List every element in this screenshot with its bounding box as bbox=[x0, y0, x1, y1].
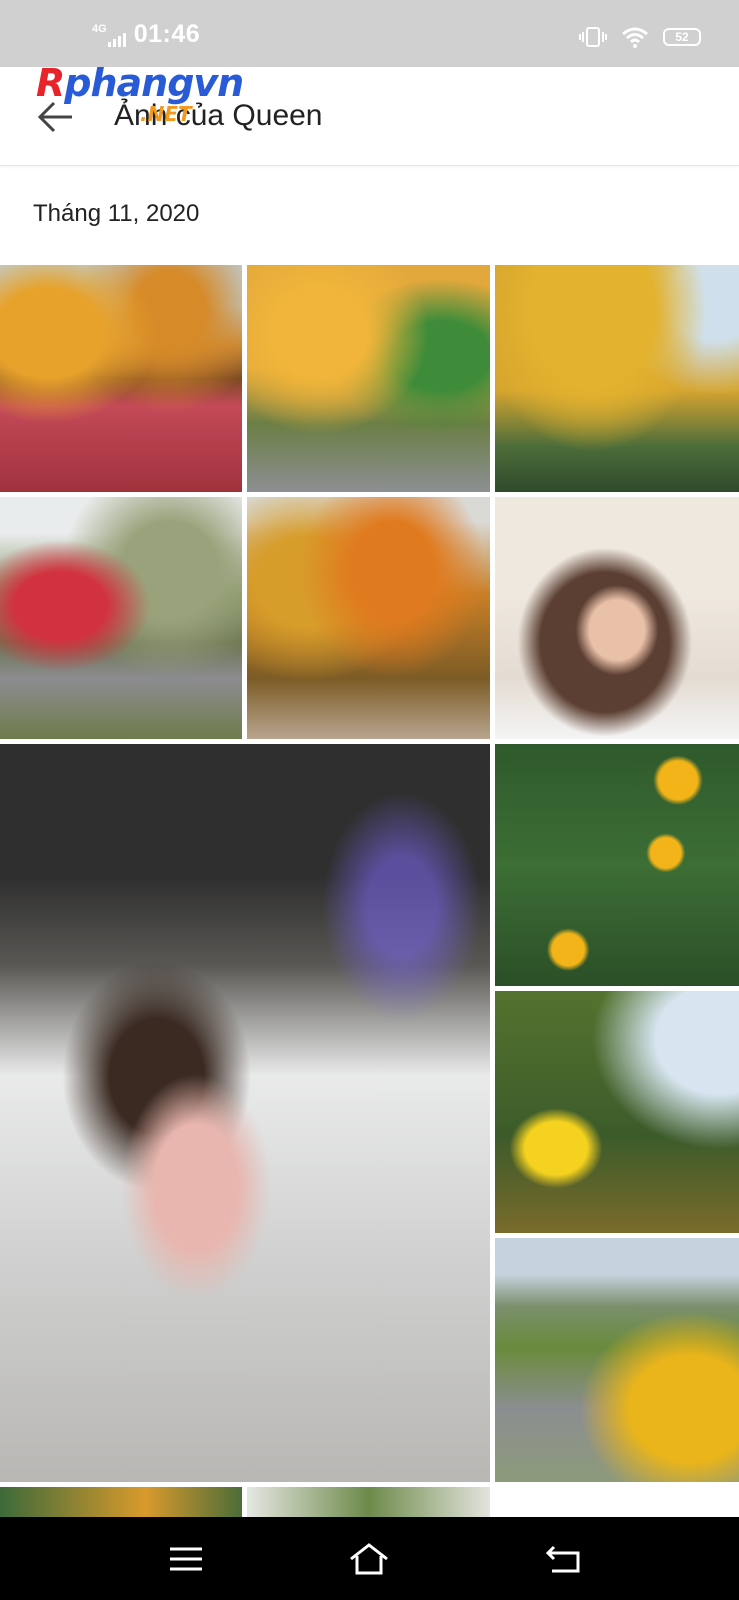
back-icon[interactable] bbox=[544, 1539, 584, 1579]
app-header: Ảnh của Queen Rphangvn .NET bbox=[0, 61, 739, 166]
signal-icon bbox=[107, 33, 126, 47]
selfie-photo[interactable] bbox=[495, 497, 739, 739]
watermark-letter: R bbox=[36, 61, 65, 105]
partial-photo-2[interactable] bbox=[247, 1487, 490, 1517]
red-tree-road-photo[interactable] bbox=[0, 497, 242, 739]
vibrate-icon bbox=[579, 27, 607, 47]
watermark-logo: Rphangvn bbox=[36, 61, 244, 105]
autumn-tree-photo[interactable] bbox=[247, 265, 490, 492]
yellow-tree-photo[interactable] bbox=[495, 265, 739, 492]
battery-icon: 52 bbox=[663, 28, 701, 46]
autumn-forest-road-photo[interactable] bbox=[247, 497, 490, 739]
clock: 01:46 bbox=[133, 20, 201, 48]
watermark-suffix: .NET bbox=[140, 102, 192, 126]
status-bar: 4G 01:46 52 bbox=[0, 0, 739, 67]
yellow-flower-closeup-photo[interactable] bbox=[495, 991, 739, 1233]
gallery-girl-photo[interactable] bbox=[0, 744, 490, 1482]
sunflowers-photo[interactable] bbox=[495, 744, 739, 986]
partial-photo-1[interactable] bbox=[0, 1487, 242, 1517]
wifi-icon bbox=[622, 27, 648, 48]
network-type: 4G bbox=[92, 23, 107, 35]
home-icon[interactable] bbox=[349, 1539, 389, 1579]
flower-road-photo[interactable] bbox=[495, 1238, 739, 1482]
menu-icon[interactable] bbox=[166, 1539, 206, 1579]
section-date: Tháng 11, 2020 bbox=[33, 200, 200, 227]
battery-level: 52 bbox=[675, 30, 689, 44]
navigation-bar bbox=[0, 1517, 739, 1600]
watermark-text: phangvn bbox=[64, 61, 244, 105]
autumn-road-photo[interactable] bbox=[0, 265, 242, 492]
